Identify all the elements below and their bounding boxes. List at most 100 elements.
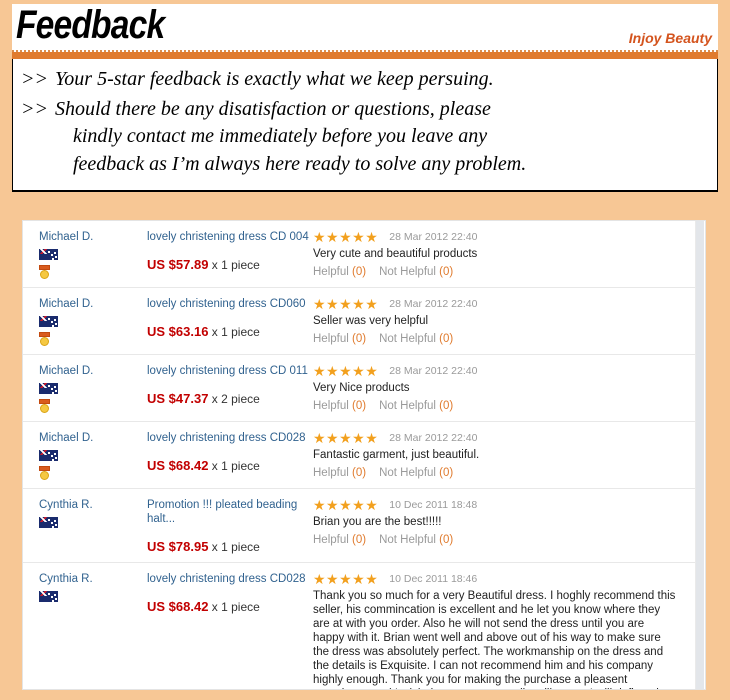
review-comment: Very Nice products: [313, 382, 410, 394]
item-cell: lovely christening dress CD028 US $68.42 …: [147, 430, 313, 481]
item-price: US $78.95: [147, 539, 209, 554]
helpful-button[interactable]: Helpful (0): [313, 534, 366, 546]
buyer-name[interactable]: Michael D.: [39, 297, 147, 312]
not-helpful-button[interactable]: Not Helpful (0): [379, 333, 453, 345]
review-comment: Brian you are the best!!!!!: [313, 516, 442, 528]
item-title-link[interactable]: Promotion !!! pleated beading halt...: [147, 498, 313, 526]
australia-flag-icon: [39, 316, 58, 327]
helpful-label: Helpful: [313, 333, 349, 345]
buyer-cell: Michael D.: [39, 296, 147, 347]
not-helpful-label: Not Helpful: [379, 534, 436, 546]
review-date: 28 Mar 2012 22:40: [389, 230, 478, 243]
not-helpful-label: Not Helpful: [379, 467, 436, 479]
helpful-button[interactable]: Helpful (0): [313, 333, 366, 345]
review-date: 10 Dec 2011 18:46: [389, 572, 478, 585]
not-helpful-button[interactable]: Not Helpful (0): [379, 534, 453, 546]
helpful-count: (0): [352, 333, 367, 345]
helpful-button[interactable]: Helpful (0): [313, 400, 366, 412]
item-price-line: US $63.16 x 1 piece: [147, 324, 313, 340]
review-cell: ★★★★★ 28 Mar 2012 22:40 Seller was very he…: [313, 296, 691, 347]
buyer-cell: Cynthia R.: [39, 497, 147, 555]
item-title-link[interactable]: lovely christening dress CD028: [147, 572, 313, 586]
australia-flag-icon: [39, 517, 58, 528]
item-price-line: US $78.95 x 1 piece: [147, 539, 313, 555]
review-cell: ★★★★★ 28 Mar 2012 22:40 Very Nice products…: [313, 363, 691, 414]
buyer-name[interactable]: Cynthia R.: [39, 572, 147, 587]
not-helpful-count: (0): [439, 400, 454, 412]
buyer-name[interactable]: Michael D.: [39, 230, 147, 245]
buyer-name[interactable]: Michael D.: [39, 364, 147, 379]
feedback-row: Michael D. lovely christening dress CD028…: [23, 422, 705, 489]
not-helpful-count: (0): [439, 266, 454, 278]
item-cell: lovely christening dress CD 004 US $57.89…: [147, 229, 313, 280]
star-rating-icon: ★★★★★: [313, 497, 379, 513]
helpful-button[interactable]: Helpful (0): [313, 467, 366, 479]
page-root: Feedback Injoy Beauty >> Your 5-star fee…: [0, 0, 730, 700]
feedback-row: Cynthia R. lovely christening dress CD028…: [23, 563, 705, 689]
not-helpful-label: Not Helpful: [379, 400, 436, 412]
medal-icon: [39, 399, 50, 413]
helpful-count: (0): [352, 534, 367, 546]
not-helpful-button[interactable]: Not Helpful (0): [379, 467, 453, 479]
page-title: Feedback: [16, 3, 165, 47]
item-price-line: US $47.37 x 2 piece: [147, 391, 313, 407]
helpful-label: Helpful: [313, 467, 349, 479]
star-rating-icon: ★★★★★: [313, 571, 379, 587]
item-price: US $68.42: [147, 599, 209, 614]
helpful-label: Helpful: [313, 534, 349, 546]
header-title-bar: Feedback Injoy Beauty: [12, 3, 718, 52]
helpful-label: Helpful: [313, 266, 349, 278]
feedback-row: Cynthia R. Promotion !!! pleated beading …: [23, 489, 705, 563]
helpful-label: Helpful: [313, 400, 349, 412]
review-date: 28 Mar 2012 22:40: [389, 431, 478, 444]
header-card: Feedback Injoy Beauty >> Your 5-star fee…: [12, 3, 718, 193]
review-comment: Fantastic garment, just beautiful.: [313, 449, 480, 461]
helpful-count: (0): [352, 467, 367, 479]
item-quantity: x 1 piece: [211, 325, 260, 339]
feedback-scrollbar-thumb[interactable]: [696, 221, 704, 689]
australia-flag-icon: [39, 249, 58, 260]
buyer-name[interactable]: Cynthia R.: [39, 498, 147, 513]
note-marker-icon: >>: [21, 97, 48, 120]
review-cell: ★★★★★ 10 Dec 2011 18:46 Thank you so much …: [313, 571, 691, 689]
not-helpful-count: (0): [439, 467, 454, 479]
feedback-list-card: Michael D. lovely christening dress CD 00…: [22, 220, 706, 690]
review-comment: Seller was very helpful: [313, 315, 429, 327]
review-date: 10 Dec 2011 18:48: [389, 498, 478, 511]
not-helpful-button[interactable]: Not Helpful (0): [379, 266, 453, 278]
item-title-link[interactable]: lovely christening dress CD028: [147, 431, 313, 445]
feedback-row: Michael D. lovely christening dress CD 01…: [23, 355, 705, 422]
feedback-scrollbar-track[interactable]: [695, 221, 705, 689]
star-rating-icon: ★★★★★: [313, 363, 379, 379]
item-title-link[interactable]: lovely christening dress CD 011: [147, 364, 313, 378]
review-actions: Helpful (0) Not Helpful (0): [313, 466, 677, 481]
note-marker-icon: >>: [21, 68, 48, 90]
australia-flag-icon: [39, 450, 58, 461]
star-rating-icon: ★★★★★: [313, 430, 379, 446]
seller-note-2-line3: feedback as I’m always here ready to sol…: [73, 152, 527, 175]
buyer-cell: Michael D.: [39, 363, 147, 414]
helpful-button[interactable]: Helpful (0): [313, 266, 366, 278]
item-quantity: x 1 piece: [211, 459, 260, 473]
item-price: US $68.42: [147, 458, 209, 473]
item-price-line: US $68.42 x 1 piece: [147, 599, 313, 615]
helpful-count: (0): [352, 266, 367, 278]
review-header: ★★★★★ 10 Dec 2011 18:46: [313, 572, 677, 586]
buyer-name[interactable]: Michael D.: [39, 431, 147, 446]
review-date: 28 Mar 2012 22:40: [389, 297, 478, 310]
feedback-list: Michael D. lovely christening dress CD 00…: [23, 221, 705, 689]
review-header: ★★★★★ 28 Mar 2012 22:40: [313, 364, 677, 378]
review-header: ★★★★★ 10 Dec 2011 18:48: [313, 498, 677, 512]
item-title-link[interactable]: lovely christening dress CD060: [147, 297, 313, 311]
item-title-link[interactable]: lovely christening dress CD 004: [147, 230, 313, 244]
review-actions: Helpful (0) Not Helpful (0): [313, 265, 677, 280]
review-header: ★★★★★ 28 Mar 2012 22:40: [313, 431, 677, 445]
buyer-cell: Michael D.: [39, 430, 147, 481]
helpful-count: (0): [352, 400, 367, 412]
feedback-row: Michael D. lovely christening dress CD 00…: [23, 221, 705, 288]
buyer-cell: Michael D.: [39, 229, 147, 280]
item-quantity: x 1 piece: [211, 258, 260, 272]
not-helpful-button[interactable]: Not Helpful (0): [379, 400, 453, 412]
seller-note-1-text: Your 5-star feedback is exactly what we …: [55, 68, 494, 90]
item-cell: Promotion !!! pleated beading halt... US …: [147, 497, 313, 555]
